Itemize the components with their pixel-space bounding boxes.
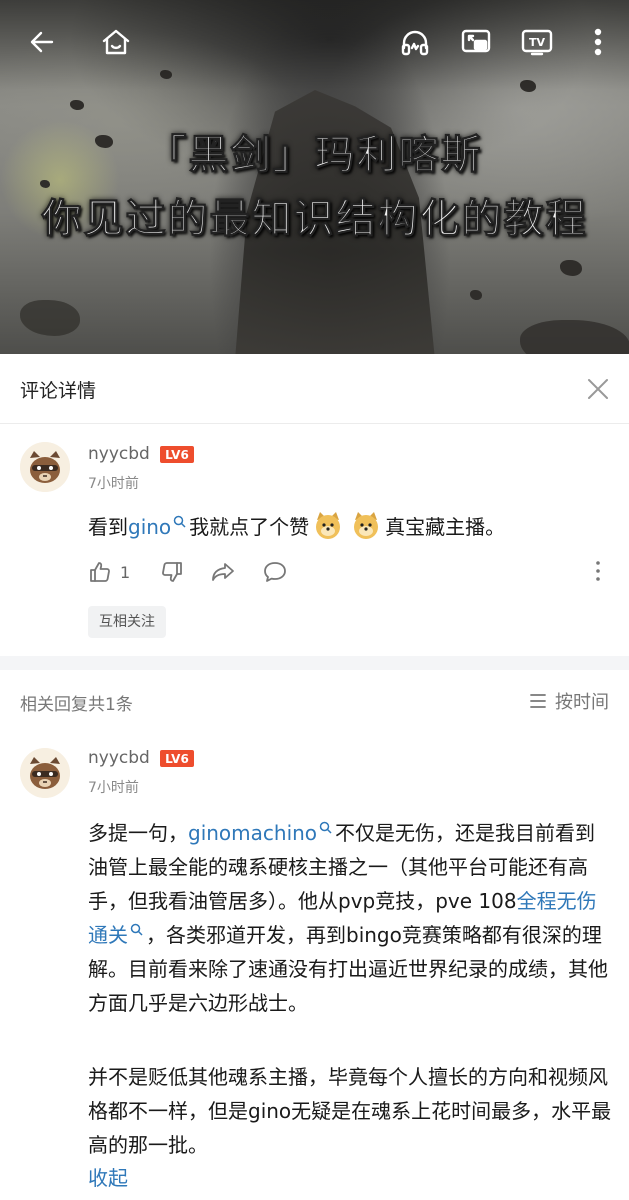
video-debris bbox=[520, 320, 629, 354]
video-title-line2: 你见过的最知识结构化的教程 bbox=[41, 196, 588, 243]
level-badge-text: LV6 bbox=[165, 752, 189, 766]
more-vertical-icon[interactable] bbox=[580, 24, 616, 60]
replies-header: 相关回复共1条 按时间 bbox=[0, 670, 629, 730]
like-count: 1 bbox=[120, 562, 131, 582]
svg-text:TV: TV bbox=[529, 36, 546, 49]
comment-more-button[interactable] bbox=[594, 560, 602, 582]
comment-text-part: 真宝藏主播。 bbox=[385, 515, 506, 539]
close-icon[interactable] bbox=[585, 376, 611, 402]
video-debris bbox=[20, 300, 80, 336]
tv-cast-icon[interactable]: TV bbox=[519, 24, 555, 60]
back-icon[interactable] bbox=[24, 24, 60, 60]
comment-detail-title: 评论详情 bbox=[20, 380, 97, 402]
sort-icon bbox=[530, 694, 546, 708]
reply-text-part: 多提一句， bbox=[88, 821, 188, 845]
reply-text-paragraph-1: 多提一句，ginomachino 不仅是无伤，还是我目前看到油管上最全能的魂系硬核… bbox=[88, 816, 613, 1020]
video-title-line1: 「黑剑」玛利喀斯 bbox=[146, 132, 483, 179]
comment-detail-header: 评论详情 bbox=[0, 354, 629, 424]
sort-label: 按时间 bbox=[555, 692, 609, 713]
avatar[interactable] bbox=[20, 748, 70, 798]
video-debris bbox=[470, 290, 482, 300]
reply-text-part: ，各类邪道开发，再到bingo竞赛策略都有很深的理解。目前看来除了速通没有打出逼… bbox=[88, 923, 608, 1015]
doge-emoji-icon bbox=[354, 512, 379, 539]
level-badge: LV6 bbox=[160, 750, 194, 767]
reply-count: 相关回复共1条 bbox=[20, 695, 133, 715]
video-topbar: TV bbox=[0, 18, 629, 66]
video-debris bbox=[560, 260, 582, 276]
mention-link[interactable]: gino bbox=[128, 515, 171, 539]
mention-link[interactable]: ginomachino bbox=[188, 821, 317, 845]
comment-text: 看到gino 我就点了个赞 真宝藏主播。 bbox=[88, 510, 613, 544]
chat-bubble-icon bbox=[264, 562, 286, 582]
home-icon[interactable] bbox=[98, 24, 134, 60]
video-player[interactable]: 「黑剑」玛利喀斯 你见过的最知识结构化的教程 TV bbox=[0, 0, 629, 354]
picture-in-picture-icon[interactable] bbox=[458, 24, 494, 60]
reply-button[interactable] bbox=[262, 560, 288, 584]
thumbs-up-icon bbox=[90, 562, 110, 582]
comment-text-part: 我就点了个赞 bbox=[189, 515, 310, 539]
comment-time: 7小时前 bbox=[88, 780, 139, 796]
main-comment: nyycbd LV6 7小时前 看到gino 我就点了个赞 真宝藏主播。 1 互相关… bbox=[0, 424, 629, 656]
more-vertical-icon bbox=[596, 561, 600, 581]
share-icon bbox=[212, 563, 234, 581]
headphones-icon[interactable] bbox=[397, 24, 433, 60]
collapse-link[interactable]: 收起 bbox=[88, 1162, 128, 1191]
mutual-follow-tag: 互相关注 bbox=[88, 606, 166, 638]
search-icon bbox=[130, 923, 143, 936]
search-icon bbox=[173, 515, 186, 528]
sort-button[interactable]: 按时间 bbox=[529, 688, 609, 714]
like-button[interactable]: 1 bbox=[88, 560, 130, 584]
level-badge: LV6 bbox=[160, 446, 194, 463]
level-badge-text: LV6 bbox=[165, 448, 189, 462]
section-separator bbox=[0, 656, 629, 670]
username[interactable]: nyycbd bbox=[88, 444, 150, 464]
dislike-button[interactable] bbox=[160, 560, 184, 584]
video-debris bbox=[70, 100, 84, 110]
comment-text-part: 看到 bbox=[88, 515, 128, 539]
doge-emoji-icon bbox=[316, 512, 341, 539]
thumbs-down-icon bbox=[162, 562, 182, 582]
search-icon bbox=[319, 821, 332, 834]
comment-time: 7小时前 bbox=[88, 476, 139, 492]
avatar[interactable] bbox=[20, 442, 70, 492]
share-button[interactable] bbox=[210, 560, 236, 584]
reply-comment: nyycbd LV6 7小时前 多提一句，ginomachino 不仅是无伤，还是… bbox=[0, 730, 629, 1200]
username[interactable]: nyycbd bbox=[88, 748, 150, 768]
comment-actions: 1 bbox=[88, 560, 613, 590]
reply-text-paragraph-2: 并不是贬低其他魂系主播，毕竟每个人擅长的方向和视频风格都不一样，但是gino无疑… bbox=[88, 1065, 612, 1157]
